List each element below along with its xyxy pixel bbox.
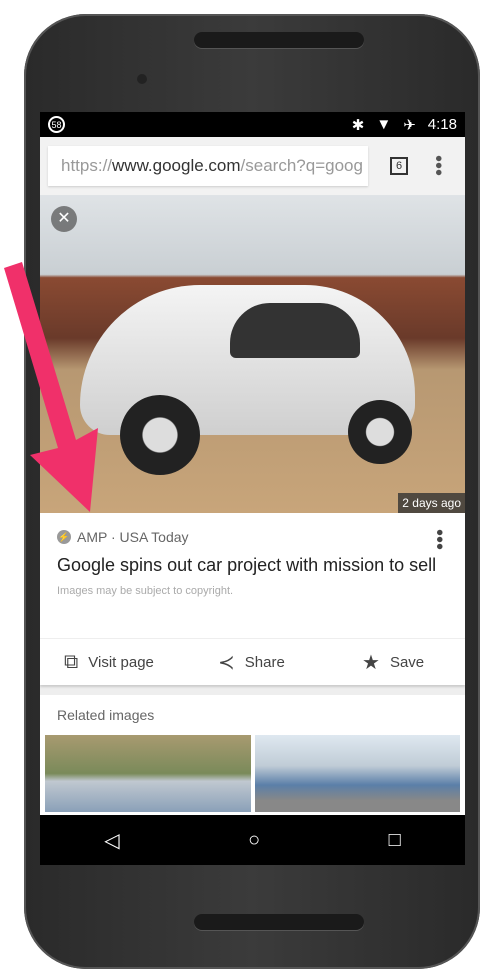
arrow-icon [4,262,98,512]
annotation-arrow [4,262,98,512]
